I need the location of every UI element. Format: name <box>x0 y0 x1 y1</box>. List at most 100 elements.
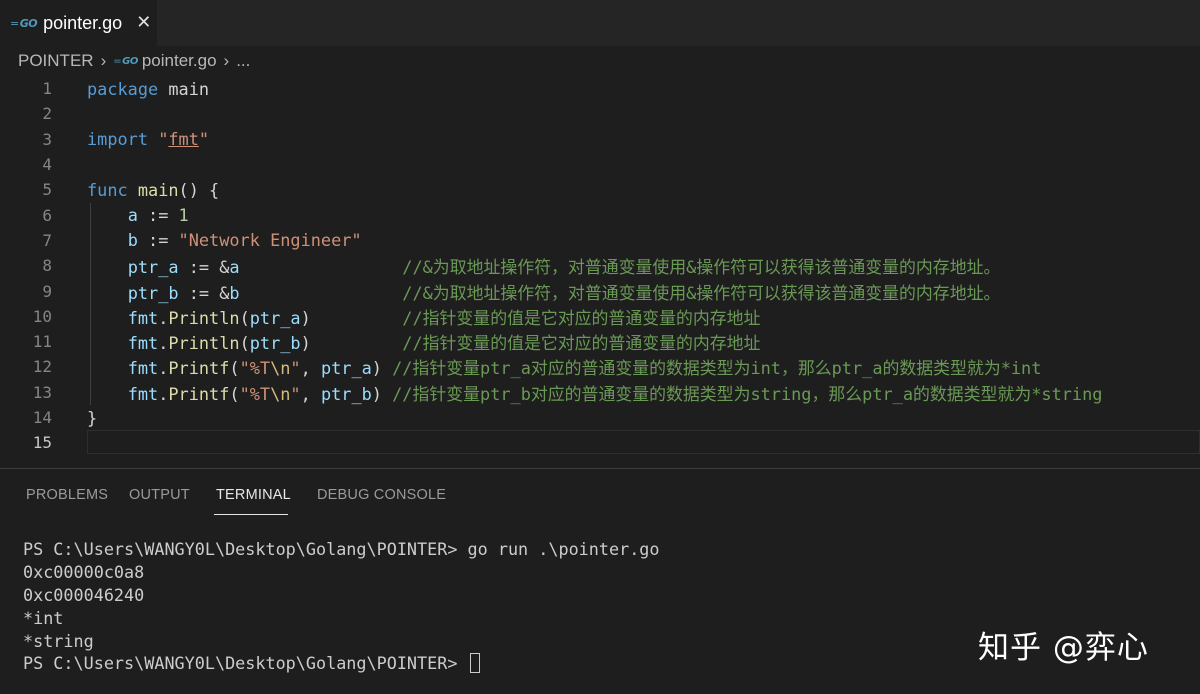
code-token: := <box>137 230 179 251</box>
code-token: () { <box>178 179 220 200</box>
code-token: fmt <box>127 307 159 328</box>
breadcrumb: POINTER › =GO pointer.go › ... <box>0 46 1200 76</box>
code-line[interactable]: 2 <box>0 101 1200 126</box>
code-token: fmt <box>127 358 159 379</box>
code-token: ( <box>239 333 250 354</box>
code-token: ptr_a <box>127 257 179 278</box>
code-line[interactable]: 5 func main() { <box>0 177 1200 202</box>
code-line[interactable]: 1 package main <box>0 76 1200 101</box>
line-number: 2 <box>42 104 52 124</box>
code-line[interactable]: 6 a := 1 <box>0 203 1200 228</box>
active-tab-indicator <box>214 514 288 515</box>
line-number: 14 <box>32 408 52 428</box>
code-line[interactable]: 7 b := "Network Engineer" <box>0 228 1200 253</box>
code-text: package main <box>87 79 209 99</box>
code-token: ptr_a <box>249 307 301 328</box>
code-line[interactable]: 4 <box>0 152 1200 177</box>
current-line-highlight <box>87 430 1200 455</box>
code-token: //指针变量ptr_b对应的普通变量的数据类型为string，那么ptr_a的数… <box>392 383 1103 404</box>
code-token: , <box>300 358 321 379</box>
code-token: import <box>87 129 149 150</box>
code-token: ptr_a <box>320 358 372 379</box>
code-editor[interactable]: 1 package main 2 3 import "fmt" 4 5 func main()… <box>0 76 1200 468</box>
tab-title: pointer.go <box>43 12 123 33</box>
line-number: 6 <box>42 205 52 225</box>
code-token: main <box>137 179 179 200</box>
code-line[interactable]: 14} <box>0 405 1200 430</box>
code-text: func main() { <box>87 180 219 200</box>
code-line[interactable]: 12 fmt.Printf("%T\n", ptr_a) //指针变量ptr_a… <box>0 354 1200 379</box>
code-token: fmt <box>127 333 159 354</box>
code-token: b <box>229 282 240 303</box>
code-line[interactable]: 3 import "fmt" <box>0 127 1200 152</box>
code-token: ( <box>239 307 250 328</box>
line-number: 7 <box>42 230 52 250</box>
code-token: Printf <box>168 358 230 379</box>
line-number: 8 <box>42 256 52 276</box>
code-token: b <box>127 230 138 251</box>
code-token: ) <box>371 383 393 404</box>
code-token: := & <box>178 257 230 278</box>
code-token: ptr_b <box>320 383 372 404</box>
code-token: "%T <box>239 358 271 379</box>
code-token: . <box>158 333 169 354</box>
line-number: 10 <box>32 306 52 326</box>
line-number: 4 <box>42 155 52 175</box>
go-icon: =GO <box>10 16 38 30</box>
panel-tabs: PROBLEMS OUTPUT TERMINAL DEBUG CONSOLE <box>0 469 1200 519</box>
chevron-right-icon: › <box>100 51 107 70</box>
code-line[interactable]: 9 ptr_b := &b //&为取地址操作符，对普通变量使用&操作符可以获得… <box>0 278 1200 303</box>
code-text: } <box>87 408 97 428</box>
code-token: " <box>290 383 301 404</box>
code-line[interactable]: 13 fmt.Printf("%T\n", ptr_b) //指针变量ptr_b… <box>0 380 1200 405</box>
code-token: " <box>290 358 301 379</box>
breadcrumb-folder[interactable]: POINTER <box>18 51 94 71</box>
code-line[interactable]: 11 fmt.Println(ptr_b) //指针变量的值是它对应的普通变量的… <box>0 329 1200 354</box>
code-token: package <box>87 78 159 99</box>
code-token: main <box>158 78 210 99</box>
code-token: fmt <box>127 383 159 404</box>
code-token: " <box>158 129 169 150</box>
code-token: ptr_b <box>249 333 301 354</box>
terminal-line: PS C:\Users\WANGY0L\Desktop\Golang\POINT… <box>23 539 660 560</box>
code-token: //指针变量ptr_a对应的普通变量的数据类型为int，那么ptr_a的数据类型… <box>392 358 1042 379</box>
code-token: fmt <box>168 129 199 150</box>
tab-debug-console[interactable]: DEBUG CONSOLE <box>317 487 446 503</box>
tab-terminal[interactable]: TERMINAL <box>216 487 291 503</box>
code-token: \n <box>270 358 291 379</box>
code-token: . <box>158 358 169 379</box>
close-icon[interactable]: ✕ <box>136 14 151 32</box>
code-text: fmt.Println(ptr_b) //指针变量的值是它对应的普通变量的内存地… <box>87 329 761 354</box>
code-line[interactable]: 15 <box>0 430 1200 455</box>
code-line[interactable]: 10 fmt.Println(ptr_a) //指针变量的值是它对应的普通变量的… <box>0 304 1200 329</box>
code-token: := <box>137 205 179 226</box>
code-token: ) <box>371 358 393 379</box>
code-token: a <box>229 257 240 278</box>
editor-tab-bar: =GO pointer.go ✕ <box>0 0 1200 46</box>
line-number: 1 <box>42 79 52 99</box>
breadcrumb-more[interactable]: ... <box>236 51 250 71</box>
code-text: a := 1 <box>87 205 189 225</box>
code-token: "%T <box>239 383 271 404</box>
code-token: Println <box>168 333 240 354</box>
breadcrumb-file[interactable]: pointer.go <box>142 51 217 71</box>
tab-problems[interactable]: PROBLEMS <box>26 487 108 503</box>
code-text: import "fmt" <box>87 129 209 149</box>
code-token: //&为取地址操作符，对普通变量使用&操作符可以获得该普通变量的内存地址。 <box>402 257 1001 278</box>
tab-pointer-go[interactable]: =GO pointer.go ✕ <box>0 0 157 46</box>
code-line[interactable]: 8 ptr_a := &a //&为取地址操作符，对普通变量使用&操作符可以获得… <box>0 253 1200 278</box>
code-text: fmt.Println(ptr_a) //指针变量的值是它对应的普通变量的内存地… <box>87 304 761 329</box>
line-number: 11 <box>32 332 52 352</box>
code-token: "Network Engineer" <box>178 230 362 251</box>
code-text: fmt.Printf("%T\n", ptr_b) //指针变量ptr_b对应的… <box>87 380 1103 405</box>
tab-output[interactable]: OUTPUT <box>129 487 190 503</box>
code-token: 1 <box>178 205 189 226</box>
chevron-right-icon: › <box>223 51 230 70</box>
